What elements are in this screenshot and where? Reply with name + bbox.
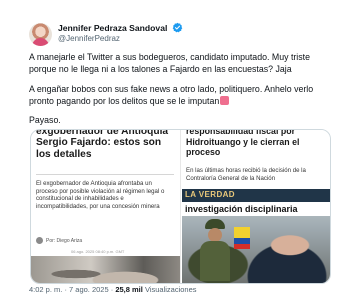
tweet-meta: 4:02 p. m. · 7 ago. 2025 · 25,8 mil Visu… bbox=[29, 285, 197, 294]
article-photo-right: LA VERDAD investigación disciplinaria bbox=[182, 189, 330, 283]
overlay-banner-text: LA VERDAD bbox=[185, 190, 235, 199]
article-body-right: En las últimas horas recibió la decisión… bbox=[186, 167, 306, 182]
divider bbox=[36, 174, 174, 175]
article-byline: Por: Diego Ariza bbox=[36, 237, 82, 244]
article-title-right: responsabilidad fiscal por Hidroituango … bbox=[186, 130, 300, 158]
media-image-left[interactable]: exgobernador de Antioquia Sergio Fajardo… bbox=[31, 130, 181, 283]
tweet-paragraph-2: A engañar bobos con sus fake news a otro… bbox=[29, 84, 329, 107]
tweet-paragraph-1: A manejarle el Twitter a sus bodegueros,… bbox=[29, 52, 311, 74]
article-caption: 06 ago. 2025 08:40 p.m. GMT bbox=[71, 249, 125, 254]
photo-officer bbox=[200, 219, 230, 281]
tweet-paragraph-3: Payaso. bbox=[29, 115, 61, 125]
media-image-right[interactable]: responsabilidad fiscal por Hidroituango … bbox=[182, 130, 330, 283]
overlay-banner: LA VERDAD bbox=[182, 189, 330, 203]
tweet-media[interactable]: exgobernador de Antioquia Sergio Fajardo… bbox=[30, 129, 331, 284]
article-title-left: exgobernador de Antioquia Sergio Fajardo… bbox=[36, 130, 169, 160]
flag-icon bbox=[234, 227, 250, 249]
tweet-paragraph-2-text: A engañar bobos con sus fake news a otro… bbox=[29, 84, 314, 106]
article-photo-left bbox=[31, 256, 180, 283]
emoji-icon bbox=[220, 95, 230, 105]
byline-text: Por: Diego Ariza bbox=[46, 237, 83, 244]
views-label: Visualizaciones bbox=[144, 285, 197, 294]
views-count: 25,8 mil bbox=[115, 285, 143, 294]
tweet-date[interactable]: 7 ago. 2025 bbox=[69, 285, 109, 294]
verified-badge-icon bbox=[172, 22, 183, 33]
avatar[interactable] bbox=[29, 23, 52, 46]
author-avatar-icon bbox=[36, 237, 43, 244]
article-body-left: El exgobernador de Antioquia afrontaba u… bbox=[36, 180, 165, 210]
author-handle[interactable]: @JenniferPedraz bbox=[58, 34, 120, 43]
overlay-title: investigación disciplinaria bbox=[182, 202, 330, 216]
tweet-time[interactable]: 4:02 p. m. bbox=[29, 285, 62, 294]
author-name[interactable]: Jennifer Pedraza Sandoval bbox=[58, 23, 167, 33]
